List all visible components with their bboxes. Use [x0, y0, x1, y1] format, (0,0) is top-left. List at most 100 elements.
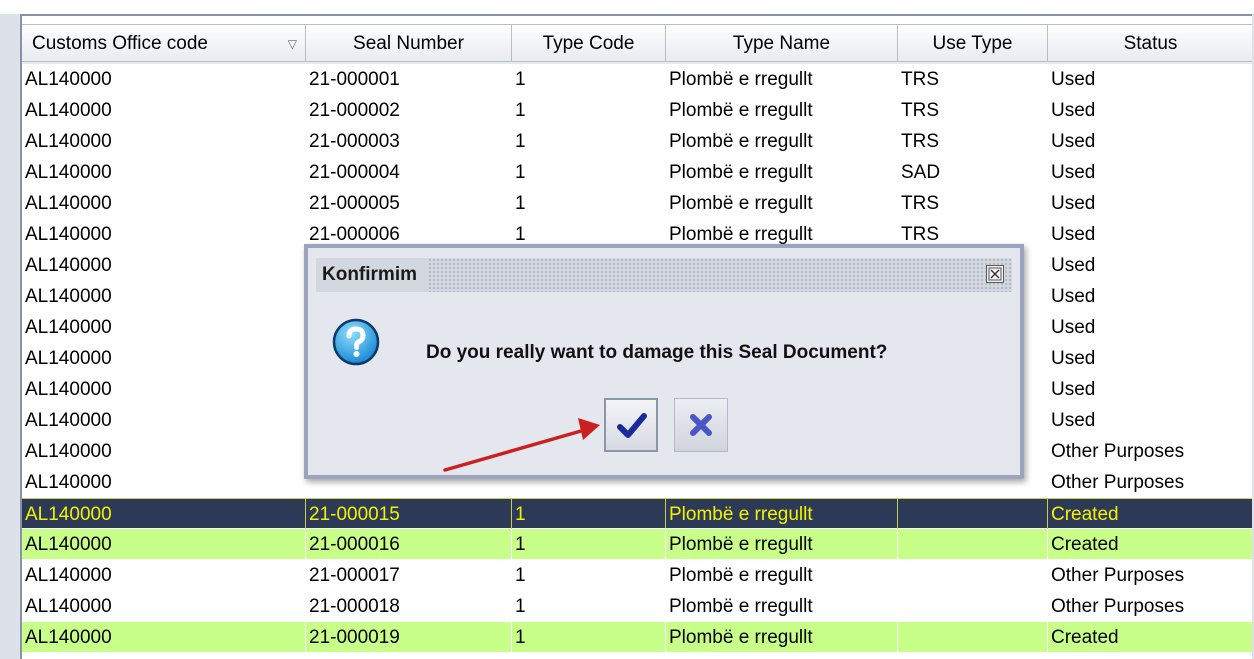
table-row[interactable]: AL140000 21-000002 1 Plombë e rregullt TRS Us… — [22, 95, 1252, 126]
column-header-label: Customs Office code — [32, 33, 209, 54]
cell-type-name: Plombë e rregullt — [666, 622, 898, 653]
cell-status: Used — [1048, 64, 1252, 95]
cell-status: Used — [1048, 157, 1252, 188]
column-header-type-code[interactable]: Type Code — [512, 24, 666, 62]
column-header-label: Seal Number — [353, 33, 464, 54]
cell-customs-office-code: AL140000 — [22, 312, 306, 343]
cell-seal-number: 21-000019 — [306, 622, 512, 653]
column-header-use-type[interactable]: Use Type — [898, 24, 1048, 62]
cell-customs-office-code: AL140000 — [22, 498, 306, 529]
sort-icon[interactable]: ▽ — [288, 25, 297, 63]
cell-status: Created — [1048, 498, 1252, 529]
confirmation-dialog: Konfirmim Do you really want to damage t… — [304, 244, 1024, 479]
cell-status: Used — [1048, 374, 1252, 405]
cell-status: Other Purposes — [1048, 591, 1252, 622]
cell-seal-number: 21-000015 — [306, 498, 512, 529]
cell-use-type — [898, 529, 1048, 560]
cell-customs-office-code: AL140000 — [22, 560, 306, 591]
cell-customs-office-code: AL140000 — [22, 529, 306, 560]
cell-customs-office-code: AL140000 — [22, 436, 306, 467]
cell-seal-number: 21-000003 — [306, 126, 512, 157]
cell-customs-office-code: AL140000 — [22, 250, 306, 281]
cell-use-type — [898, 560, 1048, 591]
cell-status: Used — [1048, 405, 1252, 436]
close-icon — [988, 267, 1002, 281]
table-row[interactable]: AL140000 21-000003 1 Plombë e rregullt TRS Us… — [22, 126, 1252, 157]
table-row[interactable]: AL140000 21-000004 1 Plombë e rregullt SAD Us… — [22, 157, 1252, 188]
table-row[interactable]: AL140000 21-000015 1 Plombë e rregullt Creat… — [22, 498, 1252, 529]
cell-customs-office-code: AL140000 — [22, 343, 306, 374]
cell-status: Used — [1048, 219, 1252, 250]
cell-status: Used — [1048, 250, 1252, 281]
cell-status: Used — [1048, 126, 1252, 157]
cell-seal-number: 21-000018 — [306, 591, 512, 622]
cell-status: Other Purposes — [1048, 467, 1252, 498]
question-icon — [332, 318, 380, 366]
cell-seal-number: 21-000005 — [306, 188, 512, 219]
cell-seal-number: 21-000017 — [306, 560, 512, 591]
cell-customs-office-code: AL140000 — [22, 157, 306, 188]
column-header-label: Use Type — [932, 33, 1013, 54]
cell-type-name: Plombë e rregullt — [666, 529, 898, 560]
table-row[interactable]: AL140000 21-000016 1 Plombë e rregullt Creat… — [22, 529, 1252, 560]
cell-customs-office-code: AL140000 — [22, 405, 306, 436]
cell-type-name: Plombë e rregullt — [666, 498, 898, 529]
cell-type-name: Plombë e rregullt — [666, 157, 898, 188]
column-header-customs-office-code[interactable]: Customs Office code ▽ — [22, 24, 306, 62]
table-row[interactable]: AL140000 21-000018 1 Plombë e rregullt Other… — [22, 591, 1252, 622]
cell-type-code: 1 — [512, 95, 666, 126]
cell-seal-number: 21-000001 — [306, 64, 512, 95]
cell-use-type — [898, 498, 1048, 529]
cell-use-type: TRS — [898, 64, 1048, 95]
table-header: Customs Office code ▽ Seal Number Type C… — [22, 24, 1252, 64]
cell-type-code: 1 — [512, 622, 666, 653]
cell-seal-number: 21-000002 — [306, 95, 512, 126]
cell-customs-office-code: AL140000 — [22, 95, 306, 126]
cell-status: Used — [1048, 95, 1252, 126]
cell-use-type: TRS — [898, 188, 1048, 219]
cell-customs-office-code: AL140000 — [22, 591, 306, 622]
table-row[interactable]: AL140000 21-000001 1 Plombë e rregullt TRS Us… — [22, 64, 1252, 95]
cell-type-name: Plombë e rregullt — [666, 126, 898, 157]
cell-type-code: 1 — [512, 126, 666, 157]
checkmark-icon — [617, 413, 647, 438]
confirm-button[interactable] — [604, 398, 658, 452]
cell-type-code: 1 — [512, 529, 666, 560]
cell-type-code: 1 — [512, 498, 666, 529]
cell-use-type — [898, 622, 1048, 653]
x-icon — [690, 414, 712, 436]
cell-customs-office-code: AL140000 — [22, 374, 306, 405]
dialog-titlebar[interactable]: Konfirmim — [316, 258, 1012, 292]
cell-status: Created — [1048, 529, 1252, 560]
cell-use-type — [898, 591, 1048, 622]
column-header-label: Status — [1123, 33, 1178, 54]
cell-customs-office-code: AL140000 — [22, 64, 306, 95]
table-row[interactable]: AL140000 21-000005 1 Plombë e rregullt TRS Us… — [22, 188, 1252, 219]
table-row[interactable]: AL140000 21-000017 1 Plombë e rregullt Other… — [22, 560, 1252, 591]
cell-status: Other Purposes — [1048, 560, 1252, 591]
cell-use-type: TRS — [898, 126, 1048, 157]
cell-status: Used — [1048, 312, 1252, 343]
column-header-status[interactable]: Status — [1048, 24, 1252, 62]
cell-customs-office-code: AL140000 — [22, 281, 306, 312]
cell-customs-office-code: AL140000 — [22, 467, 306, 498]
cell-seal-number: 21-000004 — [306, 157, 512, 188]
cell-type-code: 1 — [512, 591, 666, 622]
cell-type-code: 1 — [512, 64, 666, 95]
application-window: Customs Office code ▽ Seal Number Type C… — [0, 0, 1254, 659]
table-row[interactable]: AL140000 21-000019 1 Plombë e rregullt Creat… — [22, 622, 1252, 653]
cell-seal-number: 21-000016 — [306, 529, 512, 560]
cancel-button[interactable] — [674, 398, 728, 452]
column-header-seal-number[interactable]: Seal Number — [306, 24, 512, 62]
dialog-message: Do you really want to damage this Seal D… — [426, 342, 888, 363]
cell-status: Other Purposes — [1048, 436, 1252, 467]
cell-status: Used — [1048, 281, 1252, 312]
top-strip — [0, 0, 1254, 14]
cell-type-code: 1 — [512, 157, 666, 188]
cell-use-type: TRS — [898, 95, 1048, 126]
column-header-type-name[interactable]: Type Name — [666, 24, 898, 62]
cell-status: Used — [1048, 188, 1252, 219]
cell-use-type: SAD — [898, 157, 1048, 188]
close-button[interactable] — [986, 265, 1004, 283]
cell-type-name: Plombë e rregullt — [666, 560, 898, 591]
